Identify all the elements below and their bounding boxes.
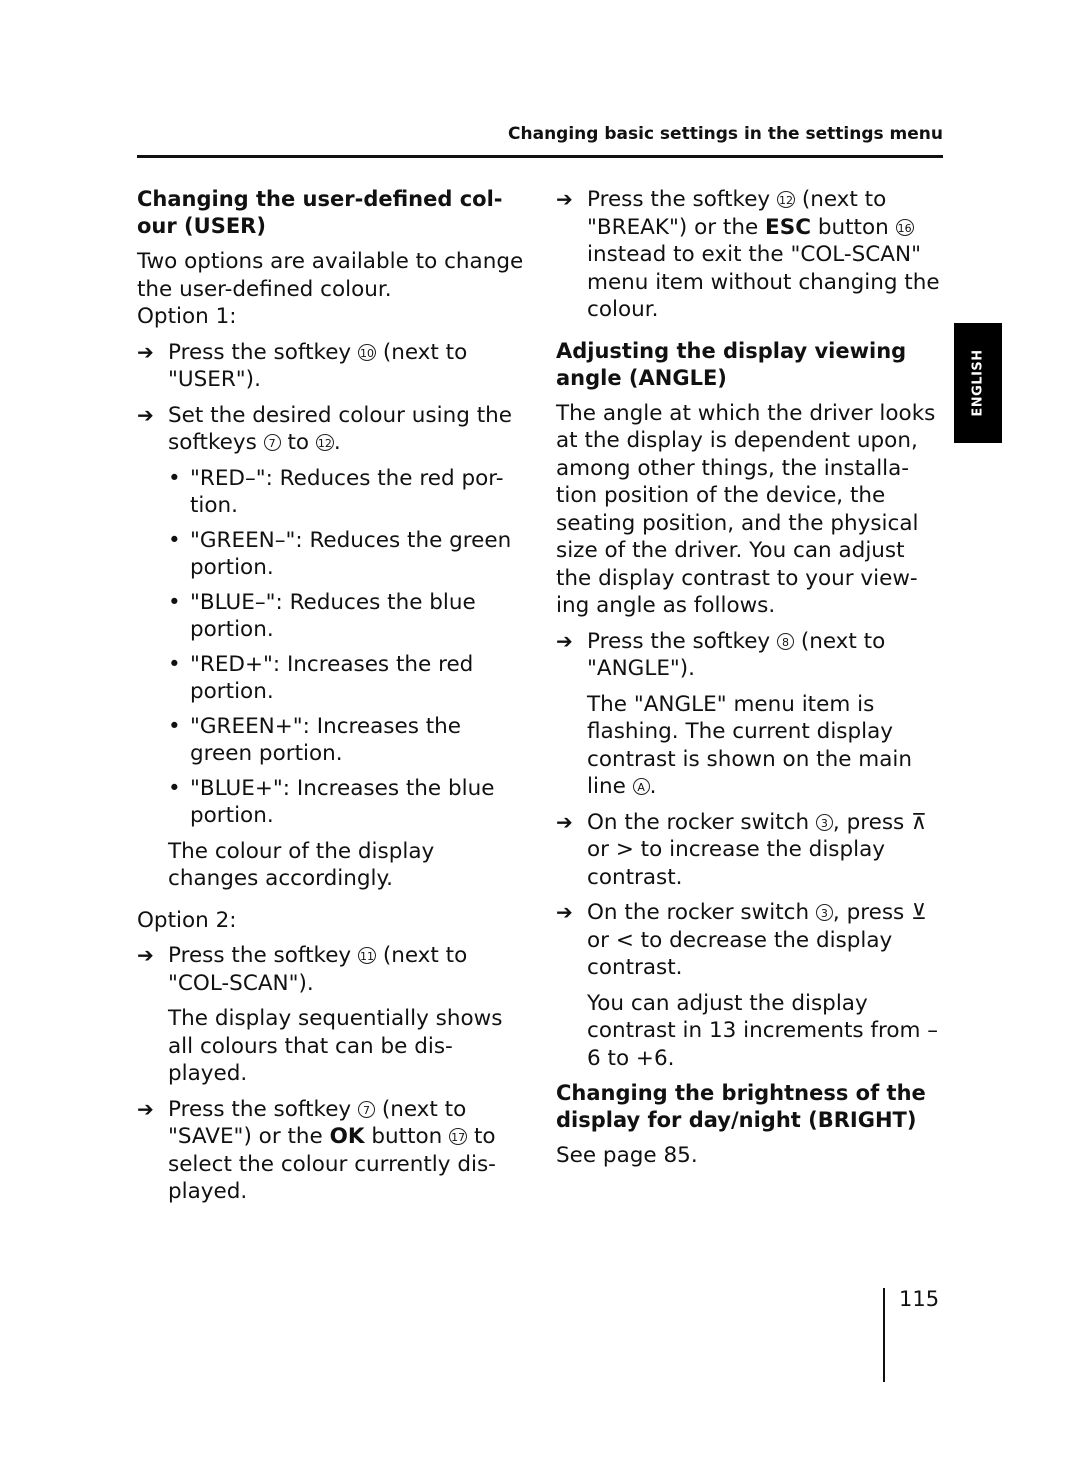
key-number-icon: 8 [776, 632, 794, 650]
key-number-icon: 3 [815, 904, 833, 921]
list-item-text: "GREEN+": Increases the green portion. [190, 713, 462, 767]
step-set-colour: ➔ Set the desired colour using the softk… [137, 402, 529, 457]
up-button-icon: ⊼ [911, 809, 927, 835]
arrow-icon: ➔ [137, 1096, 154, 1121]
section-heading-angle: Adjusting the display viewing angle (ANG… [556, 338, 907, 390]
left-column: Changing the user-defined col- our (USER… [137, 186, 529, 1214]
bullet-icon: • [168, 775, 181, 801]
step-press-softkey-colscan: ➔ Press the softkey 11 (next to "COL-SCA… [137, 942, 529, 997]
arrow-icon: ➔ [137, 339, 154, 364]
key-number-icon: 11 [357, 947, 376, 964]
section-heading-bright: Changing the brightness of the display f… [556, 1081, 926, 1132]
list-item: • "BLUE–": Reduces the blue portion. [168, 589, 529, 644]
list-item: • "GREEN–": Reduces the green portion. [168, 527, 529, 582]
step-text: or < to decrease the display contrast. [587, 927, 893, 981]
footer-rule [883, 1288, 885, 1382]
list-item-text: "RED+": Increases the red portion. [190, 651, 474, 705]
language-tab-label: ENGLISH [970, 349, 986, 417]
step-text: , press [832, 900, 912, 925]
step-text: to [280, 430, 316, 455]
bullet-icon: • [168, 465, 181, 491]
language-tab: ENGLISH [954, 323, 1002, 443]
bullet-icon: • [168, 589, 181, 615]
esc-button-label: ESC [765, 214, 811, 240]
list-item: • "BLUE+": Increases the blue portion. [168, 775, 529, 830]
angle-intro: The angle at which the driver looks at t… [556, 400, 936, 619]
page-number: 115 [899, 1287, 940, 1311]
step-decrease-contrast: ➔ On the rocker switch 3, press ⊻ or < t… [556, 899, 946, 982]
down-button-icon: ⊻ [911, 900, 927, 925]
step-text: button [810, 214, 896, 240]
step-text: On the rocker switch [587, 809, 816, 835]
bullet-icon: • [168, 713, 181, 739]
intro-sentence: Two options are available to change the … [137, 249, 524, 302]
key-number-icon: 7 [357, 1100, 375, 1118]
list-item: • "GREEN+": Increases the green portion. [168, 713, 529, 768]
arrow-icon: ➔ [556, 809, 573, 834]
intro-text: Two options are available to change the … [137, 248, 529, 331]
step-text: Press the softkey [587, 187, 777, 212]
list-item-text: "RED–": Reduces the red por- tion. [190, 465, 504, 519]
step-press-softkey-save: ➔ Press the softkey 7 (next to "SAVE") o… [137, 1096, 529, 1206]
see-page-reference: See page 85. [556, 1143, 698, 1168]
header-rule [137, 155, 943, 158]
key-letter-icon: A [632, 778, 650, 795]
step-text: or > to increase the display contrast. [587, 837, 886, 890]
arrow-icon: ➔ [137, 402, 154, 427]
key-number-icon: 16 [895, 218, 914, 236]
result-text: . [649, 774, 657, 799]
key-number-icon: 7 [263, 434, 281, 451]
step-press-softkey-user: ➔ Press the softkey 10 (next to "USER"). [137, 339, 529, 394]
step-press-softkey-break: ➔ Press the softkey 12 (next to "BREAK")… [556, 186, 946, 324]
key-number-icon: 17 [449, 1128, 468, 1145]
step-text: , press [832, 809, 912, 835]
result-angle-flashing: The "ANGLE" menu item is flashing. The c… [556, 691, 946, 801]
list-item-text: "BLUE+": Increases the blue portion. [190, 775, 495, 829]
option2-label: Option 2: [137, 907, 237, 933]
key-number-icon: 12 [315, 434, 334, 451]
step-increase-contrast: ➔ On the rocker switch 3, press ⊼ or > t… [556, 809, 946, 892]
ok-button-label: OK [329, 1124, 365, 1149]
result-colour-changes: The colour of the display changes accord… [168, 838, 435, 892]
result-sequential-display: The display sequentially shows all colou… [168, 1006, 503, 1086]
step-text: Press the softkey [587, 628, 777, 654]
step-text: . [333, 430, 341, 455]
step-text: button [364, 1124, 450, 1149]
list-item: • "RED+": Increases the red portion. [168, 651, 529, 706]
step-text: instead to exit the "COL-SCAN" menu item… [587, 242, 940, 322]
bullet-icon: • [168, 527, 181, 553]
key-number-icon: 3 [815, 813, 833, 831]
option1-label: Option 1: [137, 304, 237, 329]
key-number-icon: 10 [357, 343, 376, 361]
step-text: On the rocker switch [587, 900, 816, 925]
step-text: Press the softkey [168, 943, 358, 968]
key-number-icon: 12 [776, 191, 795, 208]
arrow-icon: ➔ [556, 187, 573, 211]
step-press-softkey-angle: ➔ Press the softkey 8 (next to "ANGLE"). [556, 628, 946, 683]
list-item: • "RED–": Reduces the red por- tion. [168, 465, 529, 520]
arrow-icon: ➔ [556, 628, 573, 653]
section-heading-user: Changing the user-defined col- our (USER… [137, 187, 503, 238]
arrow-icon: ➔ [556, 900, 573, 924]
running-header: Changing basic settings in the settings … [508, 124, 943, 144]
step-text: Press the softkey [168, 339, 358, 365]
list-item-text: "BLUE–": Reduces the blue portion. [190, 589, 476, 643]
step-text: Press the softkey [168, 1096, 358, 1122]
colour-options-list: • "RED–": Reduces the red por- tion. • "GR… [137, 465, 529, 830]
list-item-text: "GREEN–": Reduces the green portion. [190, 527, 512, 581]
arrow-icon: ➔ [137, 943, 154, 967]
bullet-icon: • [168, 651, 181, 677]
result-contrast-range: You can adjust the display contrast in 1… [587, 990, 939, 1071]
right-column: ➔ Press the softkey 12 (next to "BREAK")… [556, 186, 946, 1178]
